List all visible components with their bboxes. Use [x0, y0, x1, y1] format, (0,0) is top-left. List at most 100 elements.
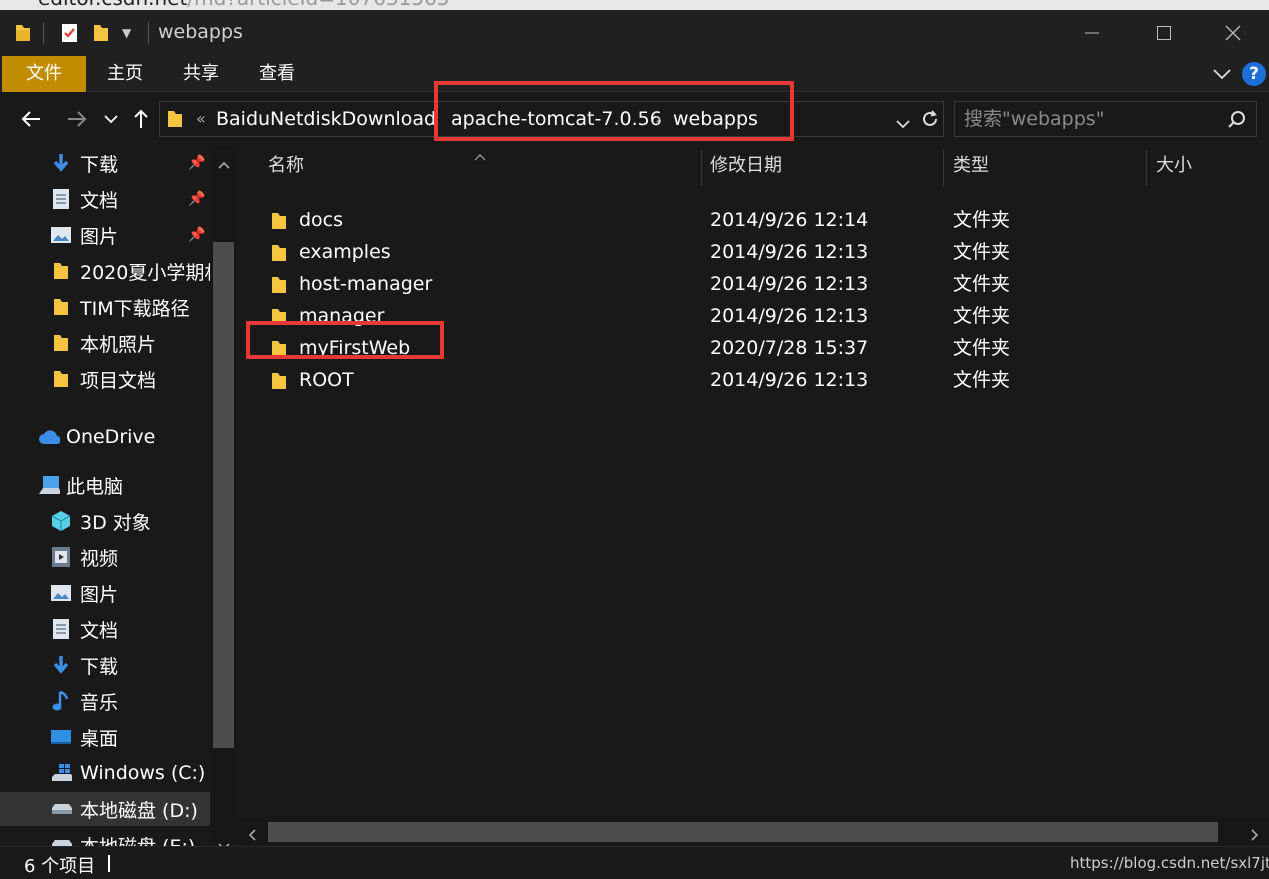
folder-icon: [272, 341, 286, 357]
search-box: [954, 101, 1257, 137]
search-icon[interactable]: [1227, 110, 1247, 134]
file-modified: 2014/9/26 12:13: [710, 273, 869, 295]
folder-icon: [272, 213, 286, 229]
recent-locations-dropdown-icon[interactable]: [100, 92, 122, 146]
folder-icon: [272, 309, 286, 325]
file-list-horizontal-scrollbar[interactable]: [238, 818, 1269, 846]
minimize-button[interactable]: [1056, 10, 1128, 56]
file-modified: 2014/9/26 12:13: [710, 369, 869, 391]
tab-view[interactable]: 查看: [244, 56, 310, 92]
new-folder-icon[interactable]: [92, 22, 110, 44]
sidebar-item-downloads[interactable]: 下载: [0, 648, 210, 682]
scroll-down-chevron-icon[interactable]: [218, 836, 230, 846]
column-header-modified[interactable]: 修改日期: [710, 146, 782, 186]
sidebar-item-label: 本地磁盘 (D:): [80, 799, 198, 822]
column-divider[interactable]: [701, 150, 702, 186]
close-button[interactable]: [1197, 10, 1269, 56]
customize-toolbar-dropdown-icon[interactable]: ▼: [122, 22, 131, 44]
file-type: 文件夹: [953, 273, 1011, 295]
sidebar-item-pictures[interactable]: 图片: [0, 576, 210, 610]
file-type: 文件夹: [953, 369, 1011, 391]
sidebar-item-label: OneDrive: [66, 426, 156, 448]
file-name: manager: [299, 305, 385, 327]
text-cursor: [108, 855, 110, 872]
breadcrumb-separator-chevron-icon[interactable]: ›: [432, 102, 438, 136]
up-folder-button[interactable]: [129, 92, 153, 146]
table-row[interactable]: host-manager 2014/9/26 12:13 文件夹: [248, 268, 1248, 300]
expand-ribbon-chevron-icon[interactable]: [1212, 66, 1232, 85]
help-icon[interactable]: ?: [1242, 62, 1266, 86]
sidebar-item-quick-pictures[interactable]: 图片 📌: [0, 218, 210, 252]
address-history-chevron-icon[interactable]: [896, 114, 910, 133]
sidebar-item-quick-downloads[interactable]: 下载 📌: [0, 146, 210, 180]
column-header-type[interactable]: 类型: [953, 146, 989, 186]
column-header-size[interactable]: 大小: [1156, 146, 1192, 186]
forward-button[interactable]: [60, 92, 94, 146]
column-header-name[interactable]: 名称: [268, 146, 304, 186]
pin-icon[interactable]: 📌: [188, 227, 205, 243]
folder-icon: [50, 296, 72, 318]
sidebar-item-drive-c[interactable]: Windows (C:): [0, 756, 210, 790]
table-row[interactable]: myFirstWeb 2020/7/28 15:37 文件夹: [248, 332, 1248, 364]
file-modified: 2014/9/26 12:14: [710, 209, 869, 231]
sidebar-item-2020-summer[interactable]: 2020夏小学期林: [0, 254, 210, 288]
breadcrumb-apache-tomcat[interactable]: apache-tomcat-7.0.56: [451, 102, 662, 136]
sidebar-scroll-thumb[interactable]: [213, 242, 234, 748]
breadcrumb-baidunetdiskdownload[interactable]: BaiduNetdiskDownload: [216, 102, 436, 136]
back-button[interactable]: [14, 92, 48, 146]
scroll-up-chevron-icon[interactable]: [218, 154, 230, 173]
folder-icon: [272, 373, 286, 389]
sidebar-item-drive-e[interactable]: 本地磁盘 (E:): [0, 828, 210, 846]
folder-icon: [166, 109, 184, 133]
pin-icon[interactable]: 📌: [188, 191, 205, 207]
tab-share[interactable]: 共享: [168, 56, 234, 92]
sidebar-item-3d-objects[interactable]: 3D 对象: [0, 504, 210, 538]
tab-file[interactable]: 文件: [2, 56, 86, 92]
sidebar-item-quick-documents[interactable]: 文档 📌: [0, 182, 210, 216]
tab-home[interactable]: 主页: [92, 56, 158, 92]
table-row[interactable]: examples 2014/9/26 12:13 文件夹: [248, 236, 1248, 268]
breadcrumb-webapps[interactable]: webapps: [673, 102, 758, 136]
column-divider[interactable]: [1146, 150, 1147, 186]
sidebar-item-onedrive[interactable]: OneDrive: [0, 420, 210, 454]
sidebar-item-tim-downloads[interactable]: TIM下载路径: [0, 290, 210, 324]
file-modified: 2014/9/26 12:13: [710, 305, 869, 327]
sidebar-item-project-docs[interactable]: 项目文档: [0, 362, 210, 396]
scroll-right-chevron-icon[interactable]: [1251, 826, 1259, 845]
sidebar-item-drive-d[interactable]: 本地磁盘 (D:): [0, 792, 210, 826]
breadcrumb-separator-chevron-icon[interactable]: ›: [655, 102, 661, 136]
sidebar-item-this-pc[interactable]: 此电脑: [0, 468, 210, 502]
search-input[interactable]: [964, 104, 1214, 134]
sidebar-item-label: 下载: [80, 655, 119, 678]
file-type: 文件夹: [953, 209, 1011, 231]
sidebar-item-videos[interactable]: 视频: [0, 540, 210, 574]
sidebar-item-documents[interactable]: 文档: [0, 612, 210, 646]
table-row[interactable]: manager 2014/9/26 12:13 文件夹: [248, 300, 1248, 332]
table-row[interactable]: ROOT 2014/9/26 12:13 文件夹: [248, 364, 1248, 396]
sidebar-item-desktop[interactable]: 桌面: [0, 720, 210, 754]
refresh-icon[interactable]: [920, 109, 940, 133]
folder-icon: [272, 245, 286, 261]
maximize-button[interactable]: [1128, 10, 1200, 56]
sidebar-scrollbar[interactable]: [210, 146, 237, 846]
table-row[interactable]: docs 2014/9/26 12:14 文件夹: [248, 204, 1248, 236]
column-divider[interactable]: [943, 150, 944, 186]
item-count: 6 个项目: [24, 856, 96, 877]
breadcrumb-overflow[interactable]: «: [196, 102, 206, 136]
sidebar-item-music[interactable]: 音乐: [0, 684, 210, 718]
address-bar[interactable]: « BaiduNetdiskDownload › apache-tomcat-7…: [159, 101, 944, 137]
toolbar-divider: [148, 22, 149, 44]
sidebar-item-local-photos[interactable]: 本机照片: [0, 326, 210, 360]
desktop-icon: [50, 726, 72, 748]
horizontal-scroll-thumb[interactable]: [268, 822, 1218, 842]
pin-icon[interactable]: 📌: [188, 155, 205, 171]
scroll-left-chevron-icon[interactable]: [248, 826, 256, 845]
download-arrow-icon: [50, 152, 72, 174]
document-icon: [50, 618, 72, 640]
picture-icon: [50, 224, 72, 246]
watermark: https://blog.csdn.net/sxl7jtg: [1070, 854, 1269, 872]
properties-icon[interactable]: [60, 22, 80, 44]
sidebar-item-label: 下载: [80, 153, 119, 176]
file-type: 文件夹: [953, 305, 1011, 327]
sidebar-item-label: 图片: [80, 583, 119, 606]
